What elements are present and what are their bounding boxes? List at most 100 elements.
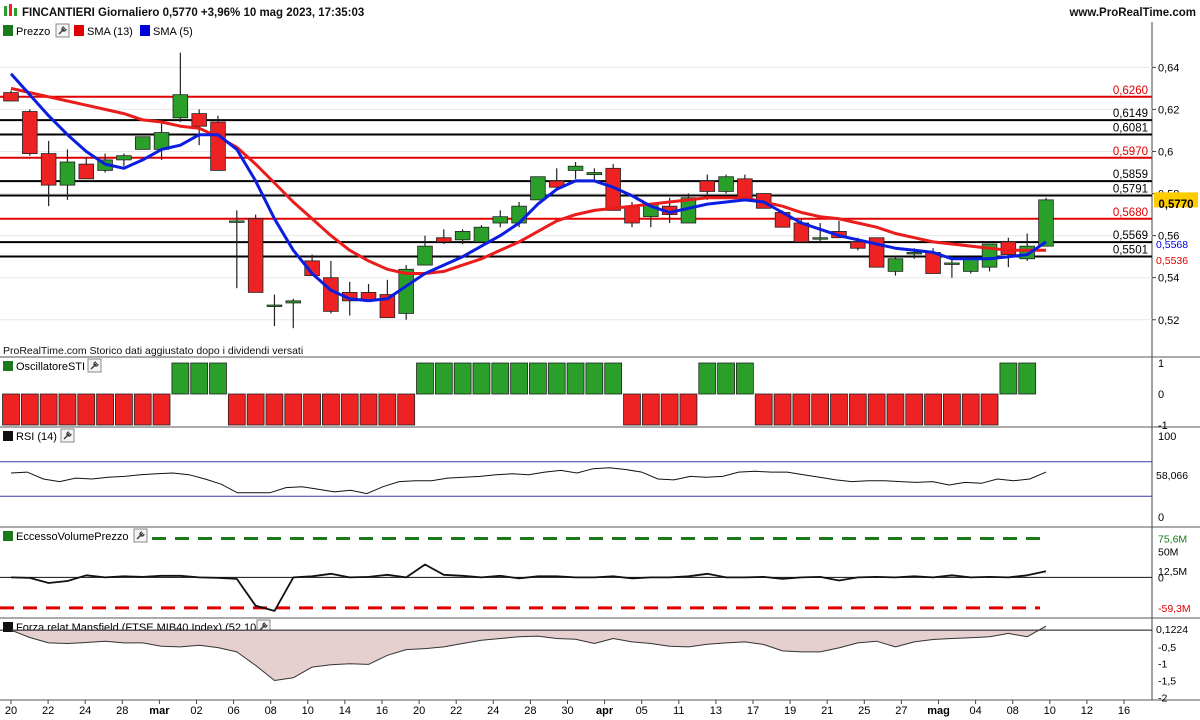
candle-body [737,178,753,199]
sti-bar [679,393,698,426]
sti-bar [265,393,284,426]
x-tick-label: 28 [116,705,128,717]
sti-bar [529,362,547,395]
candle-body [624,205,640,224]
level-label: 0,5970 [1113,146,1148,158]
candle-body [473,226,490,243]
price-y-tick-label: 0,64 [1158,62,1179,74]
x-tick-label: 30 [561,705,573,717]
legend-price-label: Prezzo [16,26,50,38]
x-tick-label: 16 [1118,705,1130,717]
candle-body [78,163,95,180]
sti-bar [566,362,585,395]
sti-bar [886,393,905,426]
sti-bar [2,393,20,426]
site-url[interactable]: www.ProRealTime.com [1068,7,1196,19]
level-label: 0,5501 [1113,244,1148,256]
chart-root: FINCANTIERI Giornaliero 0,5770 +3,96% 10… [0,0,1200,720]
level-label: 0,6260 [1113,85,1148,97]
sti-title: OscillatoreSTI [16,361,85,373]
price-y-tick-label: 0,54 [1158,273,1179,285]
sti-wrench-icon[interactable] [87,358,102,373]
candle-body [134,136,151,150]
candle-body [454,231,471,241]
candle-body [59,161,76,186]
wrench-icon[interactable] [55,23,70,38]
sti-bar [453,362,472,395]
x-tick-label: 25 [858,705,870,717]
x-tick-label: 19 [784,705,796,717]
sti-bar [980,393,999,426]
mansfield-layer: -0,5 -1 -1,5 -2 [0,625,1176,704]
candle-body [266,304,283,307]
sti-bar [77,393,96,426]
candle-body [3,92,19,102]
sti-bar [190,362,209,395]
x-tick-label: 05 [636,705,648,717]
sti-bar [152,393,171,426]
candle-body [1038,199,1054,247]
candle-body [530,176,546,201]
x-tick-label: 02 [190,705,202,717]
sti-bar [604,362,623,395]
rsi-layer: 100 0 [0,431,1176,524]
x-tick-label: 06 [227,705,239,717]
sti-y-tick-label: 0 [1158,389,1164,401]
candle-body [906,252,923,255]
sti-bar [434,362,453,395]
rsi-line [10,467,1047,495]
candle-body [812,237,828,240]
sti-y-tick-label: 1 [1158,358,1164,370]
sti-bar [359,393,378,426]
sti-bar [209,362,227,395]
sti-bar [905,393,924,426]
sti-bar [171,362,190,395]
sti-bar [510,362,528,395]
sti-bar [246,393,265,426]
sti-bars-layer: 10-1 [2,358,1168,432]
volume-wrench-icon[interactable] [133,528,148,543]
x-tick-label: 10 [302,705,314,717]
sti-bar [397,393,416,426]
candle-body [116,155,132,161]
rsi-wrench-icon[interactable] [60,428,75,443]
x-tick-label: 21 [821,705,833,717]
candle-body [718,176,734,192]
sti-bar [115,393,133,426]
last-price-tag: 0,5770 [1154,192,1198,211]
price-legend: Prezzo SMA (13) SMA (5) [3,23,193,38]
candle-body [229,220,245,223]
volume-panel-label: EccessoVolumePrezzo [3,528,148,543]
candle-body [323,277,339,312]
mansfield-last-value: 0,1224 [1156,624,1188,636]
x-tick-label: 24 [487,705,499,717]
rsi-title: RSI (14) [16,431,57,443]
sti-bar [547,362,566,395]
sti-bar [754,393,773,426]
sti-bar [133,393,152,426]
candle-body [511,205,527,224]
price-y-tick-label: 0,52 [1158,315,1179,327]
mansfield-area [11,626,1046,681]
candle-body [172,94,189,119]
sti-bar [773,393,792,426]
candle-body [210,121,226,171]
x-tick-label: mar [149,705,170,717]
sti-bar [961,393,980,426]
x-tick-label: 14 [339,705,351,717]
sti-bar [717,362,735,395]
chart-canvas[interactable]: FINCANTIERI Giornaliero 0,5770 +3,96% 10… [0,0,1200,720]
level-label: 0,6149 [1113,108,1148,120]
candle-body [191,113,207,127]
price-footnote: ProRealTime.com Storico dati aggiustato … [3,345,303,357]
sti-bar [322,393,340,426]
candle-body [887,258,904,272]
candles-layer[interactable] [3,52,1054,329]
x-tick-label: 20 [413,705,425,717]
volume-y-tick-label: -59,3M [1158,603,1191,615]
volume-layer: 75,6M50M12,5M0-59,3M [0,533,1191,615]
mansfield-y-tick-label: -1,5 [1158,676,1176,688]
mansfield-y-tick-label: -1 [1158,659,1167,671]
rsi-panel-label: RSI (14) [3,428,75,443]
candle-body [586,172,603,176]
